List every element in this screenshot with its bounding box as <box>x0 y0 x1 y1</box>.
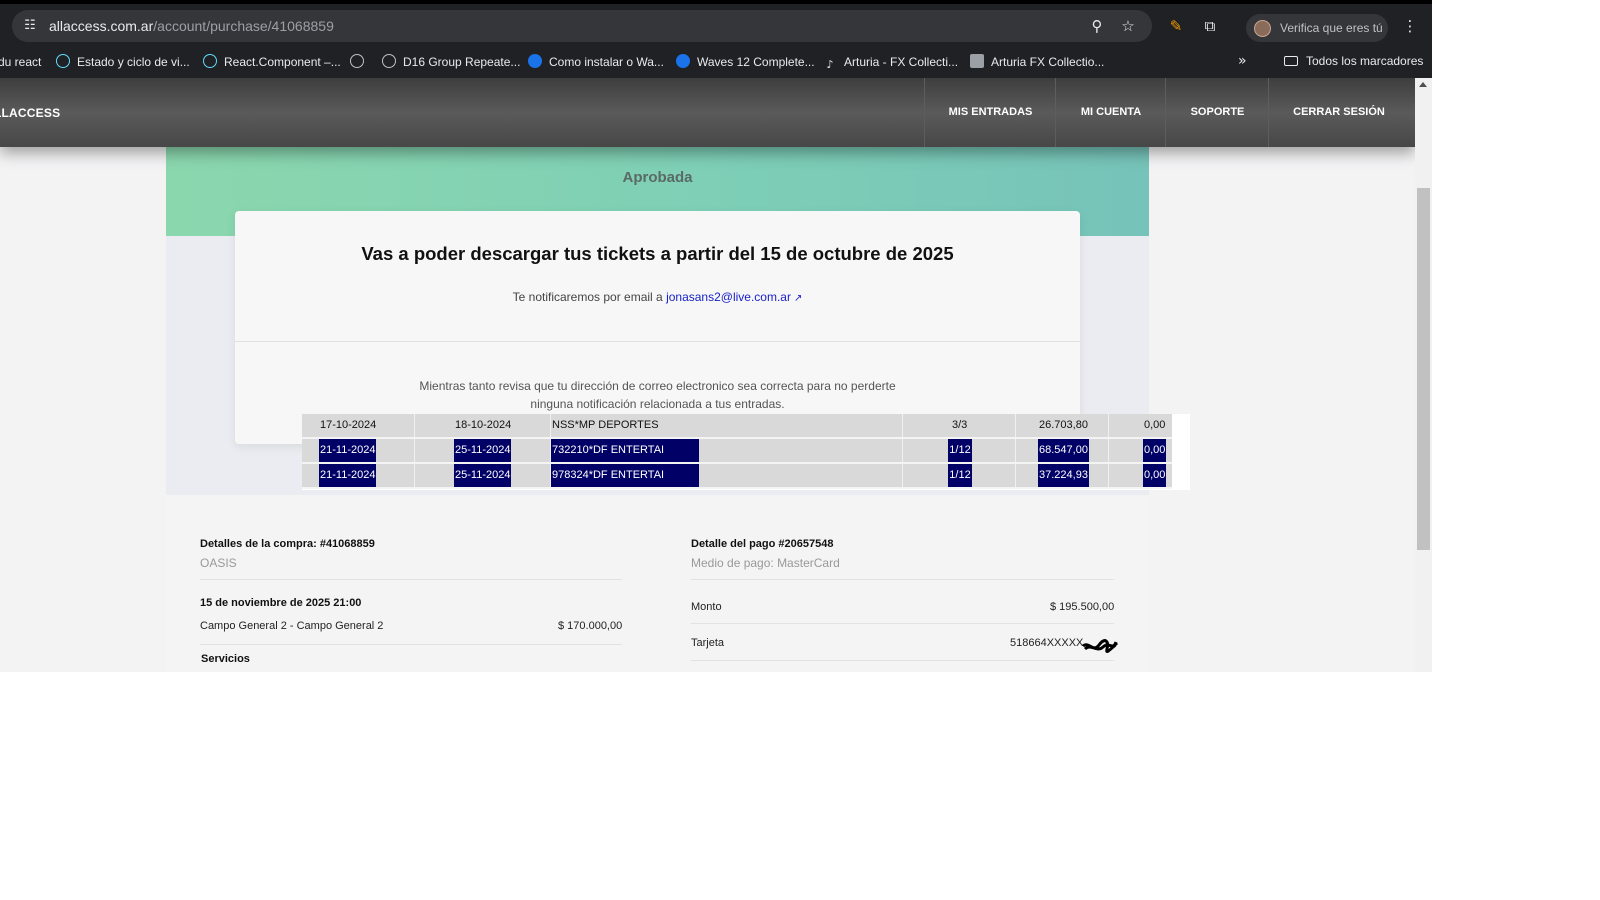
all-bookmarks-button[interactable]: Todos los marcadores <box>1284 54 1423 68</box>
table-cell-other: 0,00 <box>1143 464 1167 487</box>
site-settings-icon[interactable]: ☷ <box>22 18 38 34</box>
nav-mi-cuenta[interactable]: MI CUENTA <box>1055 78 1166 147</box>
pen-extension-icon[interactable]: ✎ <box>1166 16 1186 36</box>
payment-method: Medio de pago: MasterCard <box>691 556 840 570</box>
event-date: 15 de noviembre de 2025 21:00 <box>200 597 362 609</box>
notice-text: Te notificaremos por email a <box>512 290 663 304</box>
ticket-item: Campo General 2 - Campo General 2 <box>200 620 384 632</box>
table-cell-installment: 1/12 <box>948 464 972 487</box>
url-text[interactable]: allaccess.com.ar/account/purchase/410688… <box>49 18 334 34</box>
bookmark-item[interactable]: ♪ Arturia - FX Collecti... <box>823 54 958 71</box>
redaction-scribble <box>1082 639 1119 653</box>
bookmark-item[interactable] <box>350 54 371 70</box>
divider <box>200 644 622 645</box>
react-icon <box>56 54 70 68</box>
bookmark-item[interactable]: Como instalar o Wa... <box>528 54 664 70</box>
table-cell-installment: 3/3 <box>952 419 968 431</box>
page-viewport: LLACCESS MIS ENTRADAS MI CUENTA SOPORTE … <box>0 78 1415 672</box>
p-icon <box>676 54 690 68</box>
bookmarks-bar: du react Estado y ciclo de vi... React.C… <box>0 46 1432 78</box>
external-link-icon[interactable]: ↗ <box>794 293 802 304</box>
divider <box>235 341 1080 342</box>
profile-label: Verifica que eres tú <box>1280 21 1383 35</box>
bookmark-item[interactable]: du react <box>0 54 41 70</box>
table-cell-amount: 68.547,00 <box>1038 439 1089 462</box>
star-icon[interactable]: ☆ <box>1118 16 1138 36</box>
table-cell-description: NSS*MP DEPORTES <box>552 419 659 431</box>
divider <box>691 660 1114 661</box>
more-bookmarks-icon[interactable]: » <box>1238 53 1247 69</box>
card-number: 518664XXXXX <box>1010 637 1084 649</box>
email-notice: Te notificaremos por email a jonasans2@l… <box>235 290 1080 304</box>
bookmark-item[interactable]: Arturia FX Collectio... <box>970 54 1104 70</box>
table-cell-description: 732210*DF ENTERTAI <box>551 439 699 462</box>
divider <box>691 579 1114 580</box>
guitar-icon: ♪ <box>826 58 834 71</box>
status-title: Aprobada <box>622 169 693 186</box>
browser-toolbar: ☷ allaccess.com.ar/account/purchase/4106… <box>0 0 1432 46</box>
table-cell-date: 25-11-2024 <box>454 464 512 487</box>
table-cell-other: 0,00 <box>1144 419 1166 431</box>
page-scrollbar[interactable] <box>1415 78 1432 672</box>
image-icon <box>970 54 984 68</box>
purchase-title: Detalles de la compra: #41068859 <box>200 538 375 550</box>
tip-line: ninguna notificación relacionada a tus e… <box>530 397 785 411</box>
scroll-up-arrow-icon[interactable] <box>1419 82 1427 87</box>
event-name: OASIS <box>200 556 237 570</box>
table-cell-installment: 1/12 <box>948 439 972 462</box>
extensions-icon[interactable]: ⧉ <box>1200 16 1220 36</box>
table-cell-description: 978324*DF ENTERTAI <box>551 464 699 487</box>
statement-overlay-table: 17-10-2024 18-10-2024 NSS*MP DEPORTES 3/… <box>302 414 1190 490</box>
table-row: 17-10-2024 18-10-2024 NSS*MP DEPORTES 3/… <box>302 414 1172 439</box>
avatar <box>1254 20 1271 37</box>
address-bar[interactable]: ☷ allaccess.com.ar/account/purchase/4106… <box>12 10 1152 42</box>
menu-kebab-icon[interactable]: ⋮ <box>1400 16 1420 36</box>
bookmark-item[interactable]: Estado y ciclo de vi... <box>56 54 190 70</box>
zoom-icon[interactable]: ⚲ <box>1087 16 1107 36</box>
bookmark-item[interactable]: Waves 12 Complete... <box>676 54 815 70</box>
react-icon <box>203 54 217 68</box>
table-cell-date: 21-11-2024 <box>319 439 377 462</box>
table-cell-other: 0,00 <box>1143 439 1167 462</box>
divider <box>691 623 1114 624</box>
services-label: Servicios <box>201 653 250 665</box>
table-cell-date: 17-10-2024 <box>320 419 377 431</box>
table-row: 21-11-2024 25-11-2024 978324*DF ENTERTAI… <box>302 464 1172 489</box>
table-cell-amount: 26.703,80 <box>1039 419 1088 431</box>
download-notice-card: Vas a poder descargar tus tickets a part… <box>235 211 1080 444</box>
scroll-thumb[interactable] <box>1417 188 1430 550</box>
profile-button[interactable]: Verifica que eres tú <box>1246 14 1388 42</box>
card-label: Tarjeta <box>691 637 725 649</box>
folder-icon <box>1284 56 1298 66</box>
divider <box>200 579 622 580</box>
amount-label: Monto <box>691 601 722 613</box>
page-title: Vas a poder descargar tus tickets a part… <box>361 243 954 264</box>
nav-soporte[interactable]: SOPORTE <box>1165 78 1269 147</box>
email-tip: Mientras tanto revisa que tu dirección d… <box>405 377 910 413</box>
table-cell-amount: 37.224,93 <box>1038 464 1089 487</box>
payment-title: Detalle del pago #20657548 <box>691 538 834 550</box>
table-cell-date: 25-11-2024 <box>454 439 512 462</box>
bookmark-item[interactable]: D16 Group Repeate... <box>382 54 520 70</box>
globe-icon <box>350 54 364 68</box>
table-cell-date: 21-11-2024 <box>319 464 377 487</box>
globe-icon <box>382 54 396 68</box>
email-link[interactable]: jonasans2@live.com.ar <box>666 290 791 304</box>
purchase-details-section: Detalles de la compra: #41068859 OASIS 1… <box>166 495 1149 672</box>
p-icon <box>528 54 542 68</box>
site-navbar: LLACCESS MIS ENTRADAS MI CUENTA SOPORTE … <box>0 78 1415 147</box>
table-row: 21-11-2024 25-11-2024 732210*DF ENTERTAI… <box>302 439 1172 464</box>
screenshot: ☷ allaccess.com.ar/account/purchase/4106… <box>0 0 1432 672</box>
nav-cerrar-sesion[interactable]: CERRAR SESIÓN <box>1268 78 1409 147</box>
bookmark-item[interactable]: React.Component –... <box>203 54 341 70</box>
ticket-price: $ 170.000,00 <box>558 620 623 632</box>
brand-logo[interactable]: LLACCESS <box>0 106 60 120</box>
nav-mis-entradas[interactable]: MIS ENTRADAS <box>924 78 1056 147</box>
amount-value: $ 195.500,00 <box>1050 601 1115 613</box>
table-cell-date: 18-10-2024 <box>455 419 512 431</box>
tip-line: Mientras tanto revisa que tu dirección d… <box>419 379 896 393</box>
